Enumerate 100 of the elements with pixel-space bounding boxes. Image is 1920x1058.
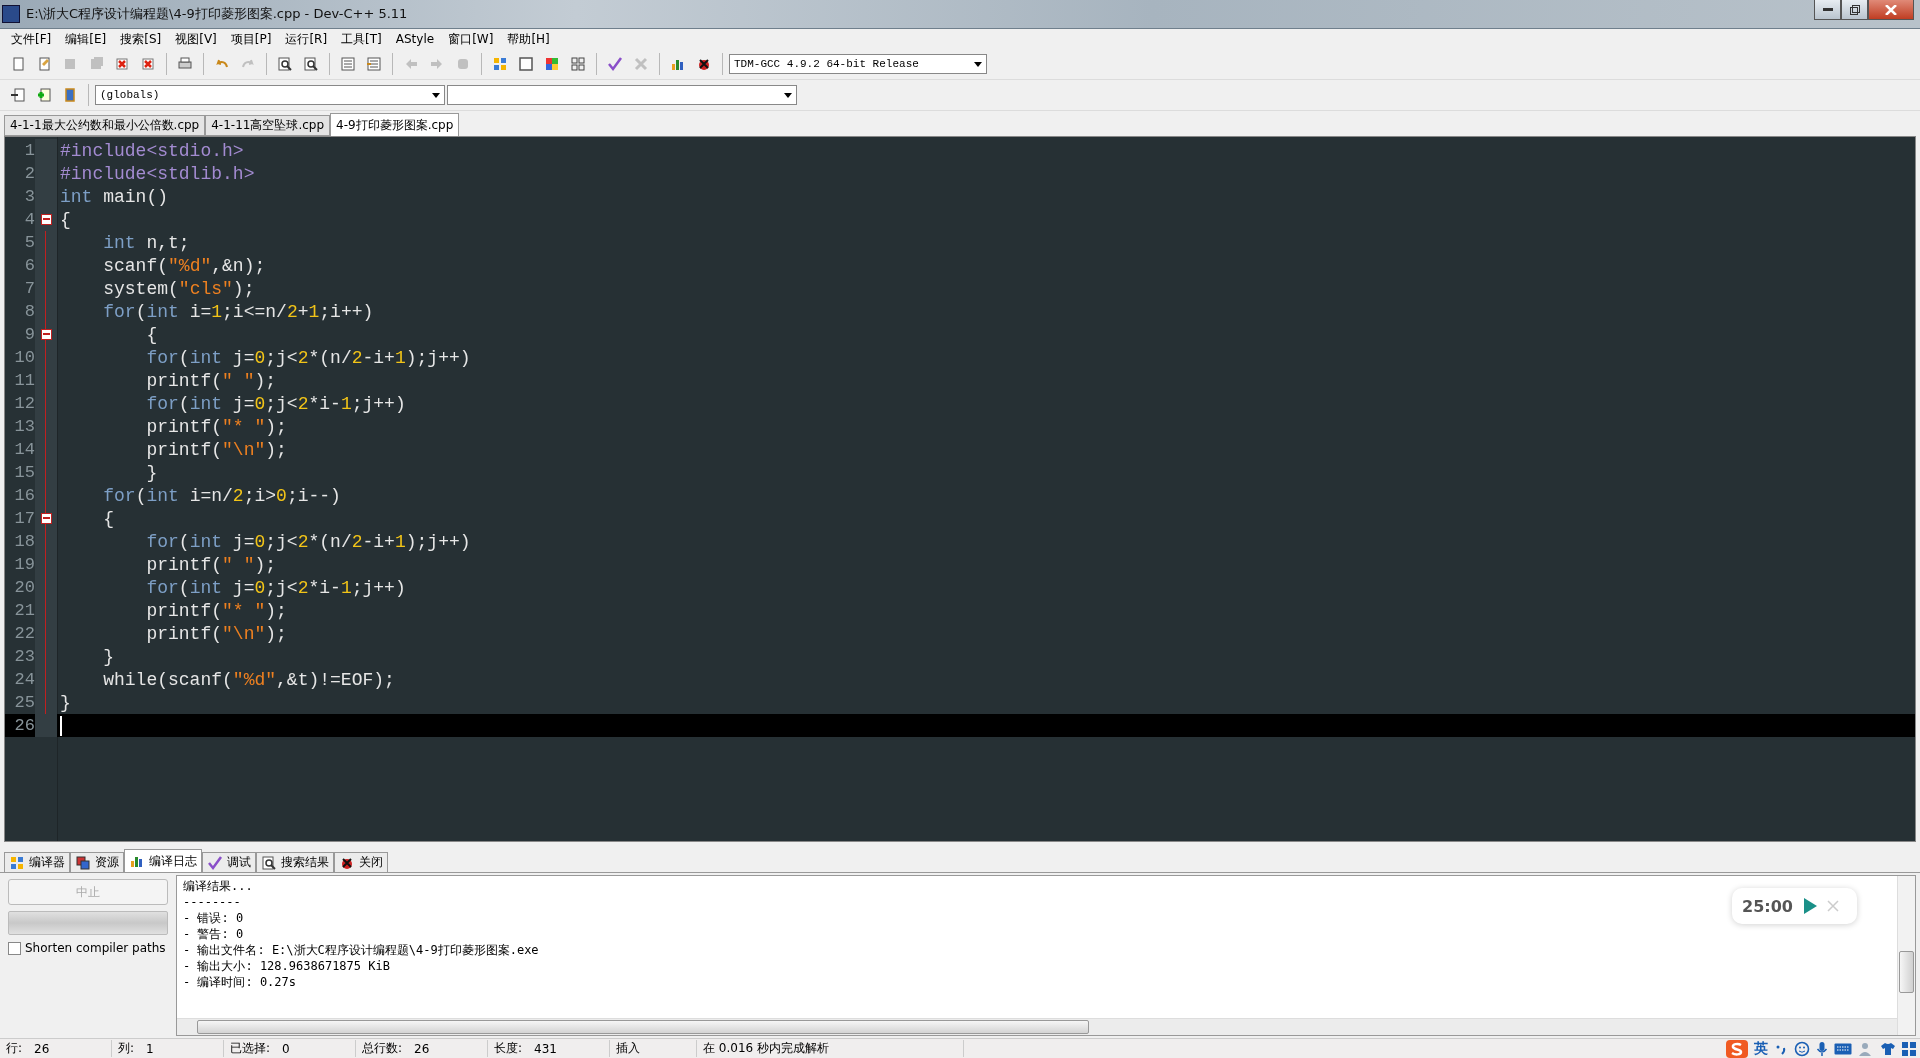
- code-line: {: [102, 508, 114, 529]
- check-icon: [207, 854, 223, 871]
- code-line: }: [102, 646, 114, 667]
- status-value: 431: [534, 1041, 557, 1056]
- line-number: 21: [13, 601, 35, 620]
- line-number: 23: [13, 647, 35, 666]
- fold-icon[interactable]: [40, 513, 52, 524]
- window-title: E:\浙大C程序设计编程题\4-9打印菱形图案.cpp - Dev-C++ 5.11: [26, 5, 409, 23]
- code-line: for(int i=n/2;i>0;i--): [102, 485, 341, 506]
- status-label: 列:: [118, 1040, 135, 1057]
- menu-item[interactable]: 工具[T]: [334, 30, 389, 48]
- file-tab[interactable]: 4-1-1最大公约数和最小公倍数.cpp: [4, 115, 206, 136]
- close-button[interactable]: [1868, 0, 1914, 20]
- log-line: --------: [183, 894, 241, 910]
- compiler-select[interactable]: TDM-GCC 4.9.2 64-bit Release: [729, 54, 987, 74]
- code-line: {: [145, 324, 158, 345]
- closeall-icon: [140, 56, 156, 72]
- log-line: 编译结果...: [183, 878, 253, 894]
- code-line: printf(" ");: [145, 554, 277, 575]
- play-icon[interactable]: [1802, 898, 1817, 914]
- status-value: 0: [282, 1041, 290, 1056]
- minimize-button[interactable]: [1814, 0, 1841, 20]
- user-icon[interactable]: [1858, 1040, 1874, 1057]
- fold-icon[interactable]: [40, 329, 52, 340]
- panel-tab[interactable]: 调试: [202, 852, 256, 872]
- line-number: 25: [13, 693, 35, 712]
- code-line: printf("* ");: [145, 416, 287, 437]
- log-line: - 输出大小: 128.9638671875 KiB: [183, 958, 390, 974]
- save-icon: [62, 56, 78, 72]
- forward-icon: [429, 56, 445, 72]
- menu-item[interactable]: 窗口[W]: [441, 30, 501, 48]
- file-tab[interactable]: 4-9打印菱形图案.cpp: [330, 113, 460, 136]
- code-line: printf(" ");: [145, 370, 277, 391]
- menu-item[interactable]: AStyle: [388, 32, 442, 46]
- menu-item[interactable]: 编辑[E]: [58, 30, 114, 48]
- panel-tab[interactable]: 编译日志: [124, 849, 202, 872]
- line-number: 1: [23, 141, 35, 160]
- vertical-scrollbar[interactable]: [1897, 876, 1915, 1035]
- line-number: 22: [13, 624, 35, 643]
- horizontal-scrollbar[interactable]: [177, 1018, 1897, 1035]
- menu-item[interactable]: 项目[P]: [223, 30, 279, 48]
- code-line: system("cls");: [102, 278, 255, 299]
- find-icon: [277, 56, 293, 72]
- shirt-icon[interactable]: [1880, 1040, 1896, 1057]
- line-number: 2: [23, 164, 35, 183]
- open-icon: [36, 56, 52, 72]
- code-line: }: [145, 462, 158, 483]
- line-number: 24: [13, 670, 35, 689]
- status-value: 26: [414, 1041, 430, 1056]
- panel-tab[interactable]: 关闭: [334, 852, 388, 872]
- timer-time: 25:00: [1742, 896, 1793, 916]
- tiles-icon: [9, 854, 25, 871]
- panel-tab[interactable]: 搜索结果: [256, 852, 334, 872]
- code-line: scanf("%d",&n);: [102, 255, 266, 276]
- menu-item[interactable]: 视图[V]: [168, 30, 224, 48]
- panel-tab[interactable]: 编译器: [4, 852, 70, 872]
- windows-icon: [75, 854, 91, 871]
- grid-icon[interactable]: [1902, 1041, 1916, 1056]
- indent-icon: [340, 56, 356, 72]
- window-icon: [518, 56, 534, 72]
- code-line: #include<stdlib.h>: [60, 163, 255, 184]
- code-line: {: [60, 209, 71, 230]
- menu-item[interactable]: 运行[R]: [278, 30, 335, 48]
- code-line: printf("* ");: [145, 600, 287, 621]
- line-number: 11: [13, 371, 35, 390]
- scope-select[interactable]: (globals): [95, 85, 445, 105]
- smiley-icon[interactable]: [1794, 1040, 1810, 1057]
- line-number: 17: [13, 509, 35, 528]
- close-icon[interactable]: [1826, 900, 1839, 912]
- checkbox[interactable]: [8, 941, 21, 955]
- status-label: 长度:: [494, 1040, 523, 1057]
- code-line: }: [60, 692, 71, 713]
- ime-mode[interactable]: 英: [1754, 1039, 1768, 1058]
- add-icon: [36, 87, 52, 103]
- line-number: 18: [13, 532, 35, 551]
- menu-item[interactable]: 文件[F]: [4, 30, 59, 48]
- app-icon: [2, 5, 20, 23]
- fold-icon[interactable]: [40, 214, 52, 225]
- log-line: - 输出文件名: E:\浙大C程序设计编程题\4-9打印菱形图案.exe: [183, 942, 539, 958]
- microphone-icon[interactable]: [1816, 1040, 1828, 1057]
- menu-item[interactable]: 搜索[S]: [113, 30, 169, 48]
- tiles-icon: [492, 56, 508, 72]
- restore-button[interactable]: [1841, 0, 1868, 20]
- restore-icon: [1849, 4, 1860, 15]
- line-number: 26: [13, 716, 35, 735]
- replace-icon: [303, 56, 319, 72]
- status-value: 在 0.016 秒内完成解析: [703, 1040, 829, 1057]
- file-tab[interactable]: 4-1-11高空坠球.cpp: [205, 115, 331, 136]
- member-select[interactable]: [447, 85, 797, 105]
- code-line: printf("\n");: [145, 439, 287, 460]
- line-number: 5: [23, 233, 35, 252]
- line-number: 14: [13, 440, 35, 459]
- panel-tab[interactable]: 资源: [70, 852, 124, 872]
- class-icon: [62, 87, 78, 103]
- caret-icon: [974, 61, 982, 67]
- saveall-icon: [88, 56, 104, 72]
- keyboard-icon[interactable]: [1834, 1041, 1852, 1056]
- checkbox-label: Shorten compiler paths: [25, 941, 166, 955]
- code-line: for(int i=1;i<=n/2+1;i++): [102, 301, 374, 322]
- menu-item[interactable]: 帮助[H]: [500, 30, 557, 48]
